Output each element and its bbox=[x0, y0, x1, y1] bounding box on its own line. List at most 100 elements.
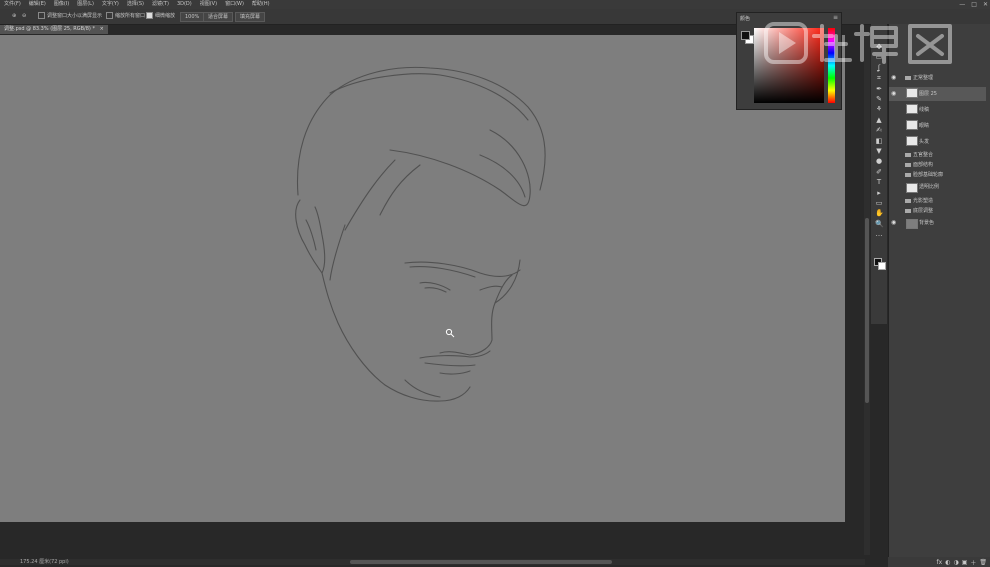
tool-icon[interactable]: ▲ bbox=[875, 116, 883, 124]
layer-row[interactable]: 脸部基础轮廓 bbox=[889, 170, 986, 180]
layers-bottom-bar: fx ◐ ◑ ▣ ＋ 🗑 bbox=[888, 557, 990, 567]
horizontal-scroll-thumb[interactable] bbox=[350, 560, 612, 564]
layer-row[interactable]: 眼睛 bbox=[889, 119, 986, 133]
layer-row[interactable]: 底层调整 bbox=[889, 206, 986, 216]
layer-action-button[interactable]: fx bbox=[937, 559, 943, 566]
tool-icon[interactable]: ⚘ bbox=[875, 106, 883, 113]
menu-item[interactable]: 选择(S) bbox=[123, 0, 148, 9]
zoom-in-icon[interactable]: ⊕ bbox=[12, 12, 16, 20]
zoom-out-icon[interactable]: ⊖ bbox=[22, 12, 26, 20]
layer-name: 底层调整 bbox=[913, 208, 934, 214]
close-button[interactable]: ✕ bbox=[983, 1, 988, 8]
layer-content: 图层 25 bbox=[919, 87, 937, 101]
menu-item[interactable]: 3D(D) bbox=[173, 0, 196, 9]
visibility-eye-icon[interactable]: ◉ bbox=[891, 87, 896, 101]
layer-row[interactable]: 面部结构 bbox=[889, 160, 986, 170]
menu-item[interactable]: 滤镜(T) bbox=[148, 0, 173, 9]
toolbox-background-swatch[interactable] bbox=[878, 262, 886, 270]
layer-row[interactable]: 透明比例 bbox=[889, 182, 986, 193]
folder-icon bbox=[905, 172, 911, 177]
document-tab[interactable]: 调整.psd @ 83.3% (图层 25, RGB/8) * × bbox=[0, 25, 108, 34]
layer-action-button[interactable]: 🗑 bbox=[979, 559, 987, 566]
tool-icon[interactable]: ● bbox=[875, 158, 883, 165]
layer-content: 眼睛 bbox=[919, 119, 929, 133]
layer-row[interactable]: ◉ 正常整理 bbox=[889, 73, 986, 83]
tool-icon[interactable]: ✎ bbox=[875, 96, 883, 103]
folder-icon bbox=[905, 208, 911, 213]
tool-icon[interactable]: ✋ bbox=[875, 210, 884, 217]
resize-windows-checkbox[interactable] bbox=[38, 12, 45, 19]
zoom-cursor-icon bbox=[445, 328, 455, 338]
tool-icon[interactable]: 🔍 bbox=[875, 220, 884, 228]
layer-row[interactable]: 头发 bbox=[889, 135, 986, 149]
layer-row[interactable]: 线稿 bbox=[889, 103, 986, 117]
menu-item[interactable]: 文件(F) bbox=[0, 0, 25, 9]
menu-bar: 文件(F) 编辑(E) 图像(I) 图层(L) 文字(Y) 选择(S) 滤镜(T) 3D(D)… bbox=[0, 0, 990, 9]
layer-content: 五官整合 bbox=[905, 150, 933, 160]
fit-screen-button[interactable]: 适合屏幕 bbox=[203, 12, 234, 22]
tool-icon[interactable]: ⌗ bbox=[875, 75, 883, 82]
zoom-all-checkbox[interactable] bbox=[106, 12, 113, 19]
resize-windows-label: 调整窗口大小以满屏显示 bbox=[47, 13, 103, 19]
layer-name: 正常整理 bbox=[913, 75, 934, 81]
layer-row[interactable]: ◉ 图层 25 bbox=[889, 87, 986, 101]
scrubby-zoom-option[interactable]: 细微缩放 bbox=[146, 12, 175, 20]
layer-content: 线稿 bbox=[919, 103, 929, 117]
folder-icon bbox=[905, 75, 911, 80]
layer-content: 正常整理 bbox=[905, 73, 933, 83]
folder-icon bbox=[905, 198, 911, 203]
layer-name: 面部结构 bbox=[913, 162, 934, 168]
menu-item[interactable]: 视图(V) bbox=[196, 0, 221, 9]
layer-action-button[interactable]: ▣ bbox=[962, 559, 968, 566]
tool-icon[interactable]: T bbox=[875, 179, 883, 186]
tool-icon[interactable]: ▼ bbox=[875, 148, 883, 155]
tool-icon[interactable]: ◧ bbox=[875, 137, 883, 145]
layer-content: 透明比例 bbox=[919, 182, 939, 192]
layer-thumbnail bbox=[906, 88, 918, 98]
tool-icon[interactable]: ✍ bbox=[875, 127, 883, 134]
tool-icon[interactable]: ✒ bbox=[875, 85, 883, 93]
layer-action-button[interactable]: ◑ bbox=[953, 559, 958, 566]
tool-icon[interactable]: ▭ bbox=[875, 200, 883, 207]
status-bar: 175.24 厘米(72 ppi) bbox=[20, 559, 69, 565]
menu-item[interactable]: 编辑(E) bbox=[25, 0, 50, 9]
zoom-all-option[interactable]: 缩放所有窗口 bbox=[106, 12, 145, 20]
resize-windows-option[interactable]: 调整窗口大小以满屏显示 bbox=[38, 12, 102, 20]
layer-action-button[interactable]: ◐ bbox=[945, 559, 950, 566]
tool-icon[interactable]: … bbox=[875, 231, 883, 238]
layer-name: 五官整合 bbox=[913, 152, 934, 158]
tool-icon[interactable]: ▸ bbox=[875, 189, 883, 197]
layer-thumbnail bbox=[906, 183, 918, 193]
layer-row[interactable]: 五官整合 bbox=[889, 150, 986, 160]
maximize-button[interactable]: □ bbox=[971, 1, 977, 8]
menu-item[interactable]: 窗口(W) bbox=[221, 0, 248, 9]
layer-row[interactable]: 光影塑造 bbox=[889, 196, 986, 206]
layer-thumbnail bbox=[906, 120, 918, 130]
layer-content: 面部结构 bbox=[905, 160, 933, 170]
folder-icon bbox=[905, 152, 911, 157]
minimize-button[interactable]: — bbox=[959, 1, 965, 8]
layer-thumbnail bbox=[906, 136, 918, 146]
tool-icon[interactable]: ✐ bbox=[875, 168, 883, 176]
vertical-scroll-thumb[interactable] bbox=[865, 218, 869, 403]
layer-name: 脸部基础轮廓 bbox=[913, 172, 944, 178]
menu-item[interactable]: 文字(Y) bbox=[98, 0, 123, 9]
zoom-all-label: 缩放所有窗口 bbox=[115, 13, 146, 19]
menu-item[interactable]: 帮助(H) bbox=[248, 0, 274, 9]
zoom-100-button[interactable]: 100% bbox=[180, 12, 205, 22]
foreground-color-swatch[interactable] bbox=[741, 31, 750, 40]
visibility-eye-icon[interactable]: ◉ bbox=[891, 73, 896, 83]
layer-content: 底层调整 bbox=[905, 206, 933, 216]
fill-screen-button[interactable]: 填充屏幕 bbox=[235, 12, 266, 22]
layer-content: 头发 bbox=[919, 135, 929, 149]
menu-item[interactable]: 图像(I) bbox=[50, 0, 73, 9]
scrubby-zoom-checkbox[interactable] bbox=[146, 12, 153, 19]
folder-icon bbox=[905, 162, 911, 167]
menu-item[interactable]: 图层(L) bbox=[73, 0, 98, 9]
layer-row[interactable]: ◉ 背景色 bbox=[889, 218, 986, 229]
canvas[interactable] bbox=[0, 35, 845, 522]
layer-action-button[interactable]: ＋ bbox=[970, 558, 976, 567]
visibility-eye-icon[interactable]: ◉ bbox=[891, 218, 896, 228]
layer-name: 图层 25 bbox=[919, 91, 937, 97]
tab-close-icon[interactable]: × bbox=[100, 26, 104, 32]
